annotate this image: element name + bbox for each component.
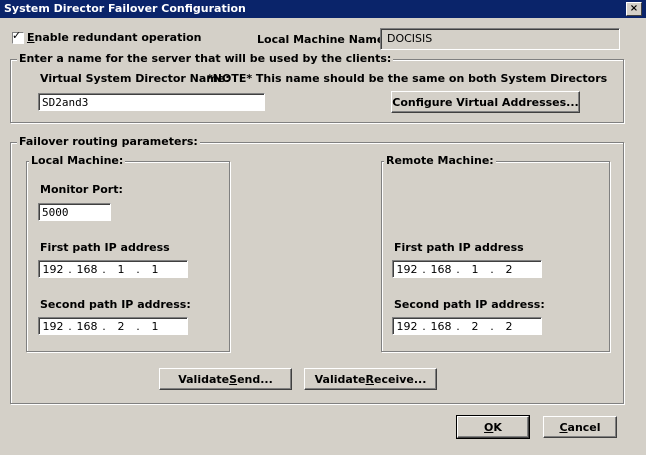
close-button[interactable]: × xyxy=(626,2,642,16)
local-second-path-label: Second path IP address: xyxy=(40,298,191,311)
button-label-rest: K xyxy=(493,420,502,434)
ip-octet: 168 xyxy=(76,262,98,276)
ip-octet: 168 xyxy=(430,262,452,276)
ip-octet: 1 xyxy=(471,262,479,276)
validate-receive-button[interactable]: Validate Receive... xyxy=(304,368,437,390)
local-second-path-ip-input[interactable]: 192. 168. 2. 1 xyxy=(38,317,188,335)
server-name-group-legend: Enter a name for the server that will be… xyxy=(17,52,394,65)
remote-second-path-ip-input[interactable]: 192. 168. 2. 2 xyxy=(392,317,542,335)
enable-label-accel: E xyxy=(27,31,35,44)
remote-machine-group-legend: Remote Machine: xyxy=(384,154,496,167)
title-bar: System Director Failover Configuration × xyxy=(0,0,646,18)
ip-octet: 192 xyxy=(42,319,64,333)
vsd-note: *NOTE* This name should be the same on b… xyxy=(207,72,608,85)
ip-octet: 192 xyxy=(396,262,418,276)
ip-octet: 1 xyxy=(117,262,125,276)
failover-routing-group-legend: Failover routing parameters: xyxy=(17,135,200,148)
close-icon: × xyxy=(629,3,639,14)
button-label-rest: eceive... xyxy=(374,372,427,386)
window-title: System Director Failover Configuration xyxy=(4,2,246,15)
monitor-port-label: Monitor Port: xyxy=(40,183,123,196)
ip-octet: 168 xyxy=(76,319,98,333)
enable-redundant-label[interactable]: Enable redundant operation xyxy=(27,31,202,44)
remote-second-path-label: Second path IP address: xyxy=(394,298,545,311)
enable-redundant-checkbox[interactable]: ✓ xyxy=(12,29,24,44)
ip-octet: 192 xyxy=(396,319,418,333)
ip-octet: 1 xyxy=(151,319,159,333)
local-machine-group-legend: Local Machine: xyxy=(29,154,126,167)
monitor-port-input[interactable]: 5000 xyxy=(38,203,111,221)
local-first-path-label: First path IP address xyxy=(40,241,170,254)
button-label-rest: end... xyxy=(237,372,273,386)
ip-octet: 2 xyxy=(505,319,513,333)
ip-octet: 192 xyxy=(42,262,64,276)
checkmark-icon: ✓ xyxy=(12,29,22,42)
local-first-path-ip-input[interactable]: 192. 168. 1. 1 xyxy=(38,260,188,278)
button-label-accel: C xyxy=(559,420,568,434)
ip-octet: 2 xyxy=(117,319,125,333)
ip-octet: 2 xyxy=(471,319,479,333)
enable-label-rest: nable redundant operation xyxy=(34,31,202,44)
ip-octet: 1 xyxy=(151,262,159,276)
button-label-prefix: Validate xyxy=(314,372,366,386)
vsd-name-input[interactable]: SD2and3 xyxy=(38,93,265,111)
configure-virtual-addresses-button[interactable]: Configure Virtual Addresses... xyxy=(391,91,580,113)
button-label-prefix: Validate xyxy=(178,372,230,386)
ok-button[interactable]: OK xyxy=(456,415,530,439)
button-label-accel: R xyxy=(365,372,374,386)
ip-octet: 2 xyxy=(505,262,513,276)
button-label-accel: O xyxy=(484,420,494,434)
remote-first-path-ip-input[interactable]: 192. 168. 1. 2 xyxy=(392,260,542,278)
cancel-button[interactable]: Cancel xyxy=(543,416,617,438)
validate-send-button[interactable]: Validate Send... xyxy=(159,368,292,390)
ip-octet: 168 xyxy=(430,319,452,333)
vsd-name-label: Virtual System Director Name: xyxy=(40,72,230,85)
button-label-accel: S xyxy=(229,372,238,386)
local-machine-name-value: DOCISIS xyxy=(380,28,620,50)
button-label-rest: ancel xyxy=(567,420,601,434)
remote-first-path-label: First path IP address xyxy=(394,241,524,254)
local-machine-name-label: Local Machine Name: xyxy=(257,33,389,46)
